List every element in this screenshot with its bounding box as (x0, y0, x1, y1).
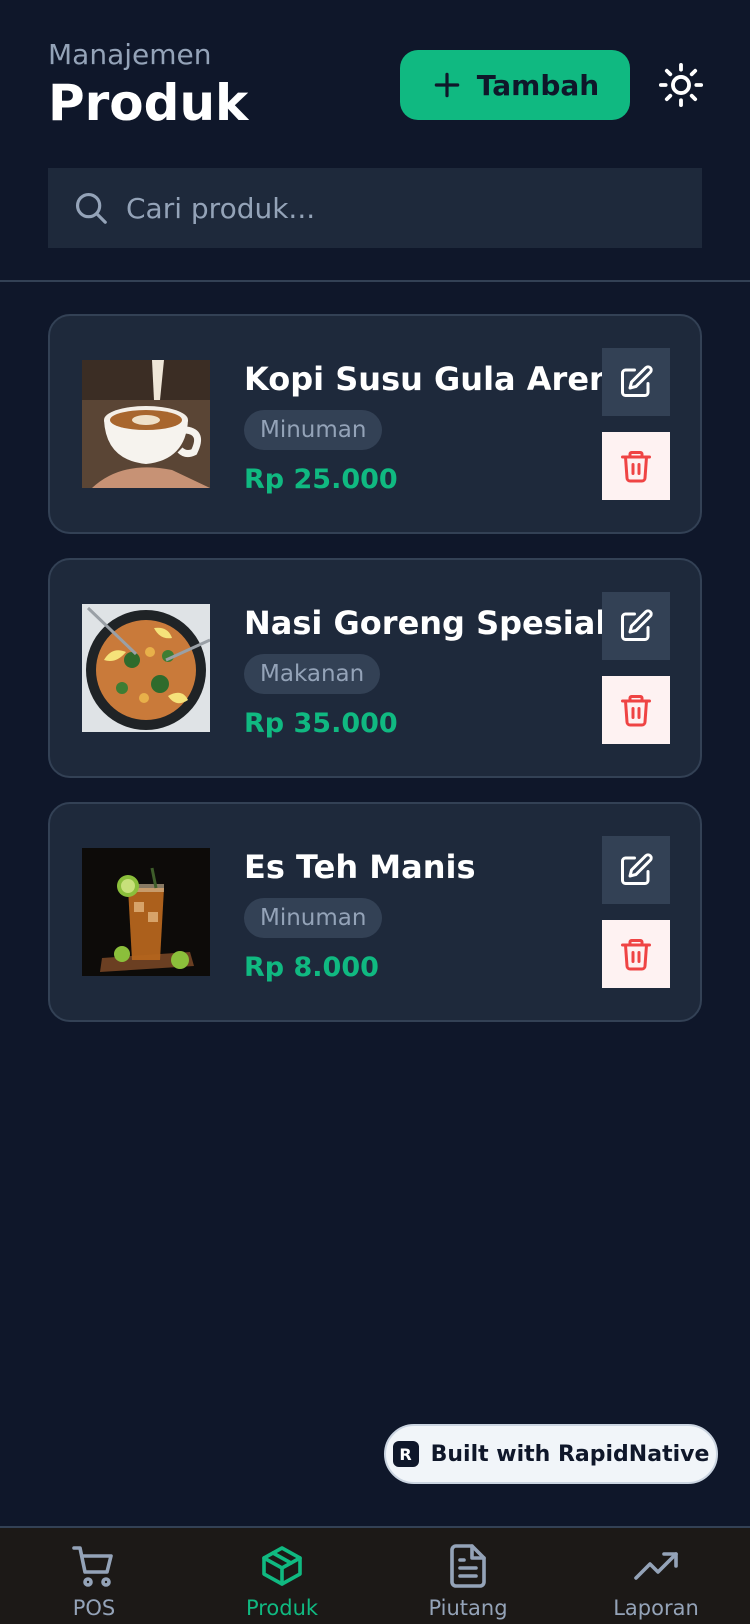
add-product-button[interactable]: Tambah (400, 50, 630, 120)
product-name: Nasi Goreng Spesial (244, 604, 607, 642)
product-price: Rp 8.000 (244, 952, 379, 983)
tab-produk[interactable]: Produk (212, 1542, 352, 1620)
delete-button[interactable] (602, 920, 670, 988)
page-title: Produk (48, 74, 249, 132)
product-card[interactable]: Nasi Goreng Spesial Makanan Rp 35.000 (48, 558, 702, 778)
page-subtitle: Manajemen (48, 38, 212, 71)
product-image-coffee (82, 360, 210, 488)
trending-up-icon (634, 1552, 678, 1580)
document-icon (450, 1544, 486, 1588)
product-image-fried-rice (82, 604, 210, 732)
search-input[interactable] (126, 191, 626, 225)
built-with-badge[interactable]: R Built with RapidNative (384, 1424, 718, 1484)
header-divider (0, 280, 750, 282)
trash-icon (621, 939, 651, 971)
product-price: Rp 25.000 (244, 464, 398, 495)
search-bar[interactable] (48, 168, 702, 248)
page-header: Manajemen Produk Tambah (48, 30, 704, 140)
add-product-label: Tambah (476, 68, 600, 102)
tab-laporan-label: Laporan (613, 1596, 699, 1620)
bottom-tab-bar: POS Produk Piutang Laporan (0, 1526, 750, 1624)
tab-piutang[interactable]: Piutang (398, 1542, 538, 1620)
cart-icon (72, 1546, 113, 1587)
delete-button[interactable] (602, 676, 670, 744)
tab-pos[interactable]: POS (24, 1542, 164, 1620)
trash-icon (621, 451, 651, 483)
plus-icon (434, 72, 460, 98)
tab-piutang-label: Piutang (428, 1596, 508, 1620)
theme-toggle-button[interactable] (653, 57, 709, 113)
trash-icon (621, 695, 651, 727)
product-card[interactable]: Es Teh Manis Minuman Rp 8.000 (48, 802, 702, 1022)
search-icon (75, 192, 107, 224)
edit-icon (621, 609, 653, 641)
product-category-badge: Makanan (244, 654, 381, 694)
product-category-badge: Minuman (244, 898, 383, 938)
product-name: Es Teh Manis (244, 848, 476, 886)
rapidnative-logo-icon: R (392, 1441, 419, 1467)
product-card[interactable]: Kopi Susu Gula Aren Minuman Rp 25.000 (48, 314, 702, 534)
product-price: Rp 35.000 (244, 708, 398, 739)
edit-button[interactable] (602, 348, 670, 416)
product-category-badge: Minuman (244, 410, 383, 450)
edit-button[interactable] (602, 836, 670, 904)
edit-button[interactable] (602, 592, 670, 660)
edit-icon (621, 853, 653, 885)
delete-button[interactable] (602, 432, 670, 500)
edit-icon (621, 365, 653, 397)
tab-laporan[interactable]: Laporan (586, 1542, 726, 1620)
product-list: Kopi Susu Gula Aren Minuman Rp 25.000 Na… (48, 314, 702, 1046)
product-image-iced-tea (82, 848, 210, 976)
built-with-label: Built with RapidNative (430, 1441, 710, 1467)
package-icon (262, 1546, 302, 1586)
sun-icon (658, 62, 704, 108)
tab-pos-label: POS (72, 1596, 116, 1620)
tab-produk-label: Produk (245, 1596, 319, 1620)
product-name: Kopi Susu Gula Aren (244, 360, 612, 398)
